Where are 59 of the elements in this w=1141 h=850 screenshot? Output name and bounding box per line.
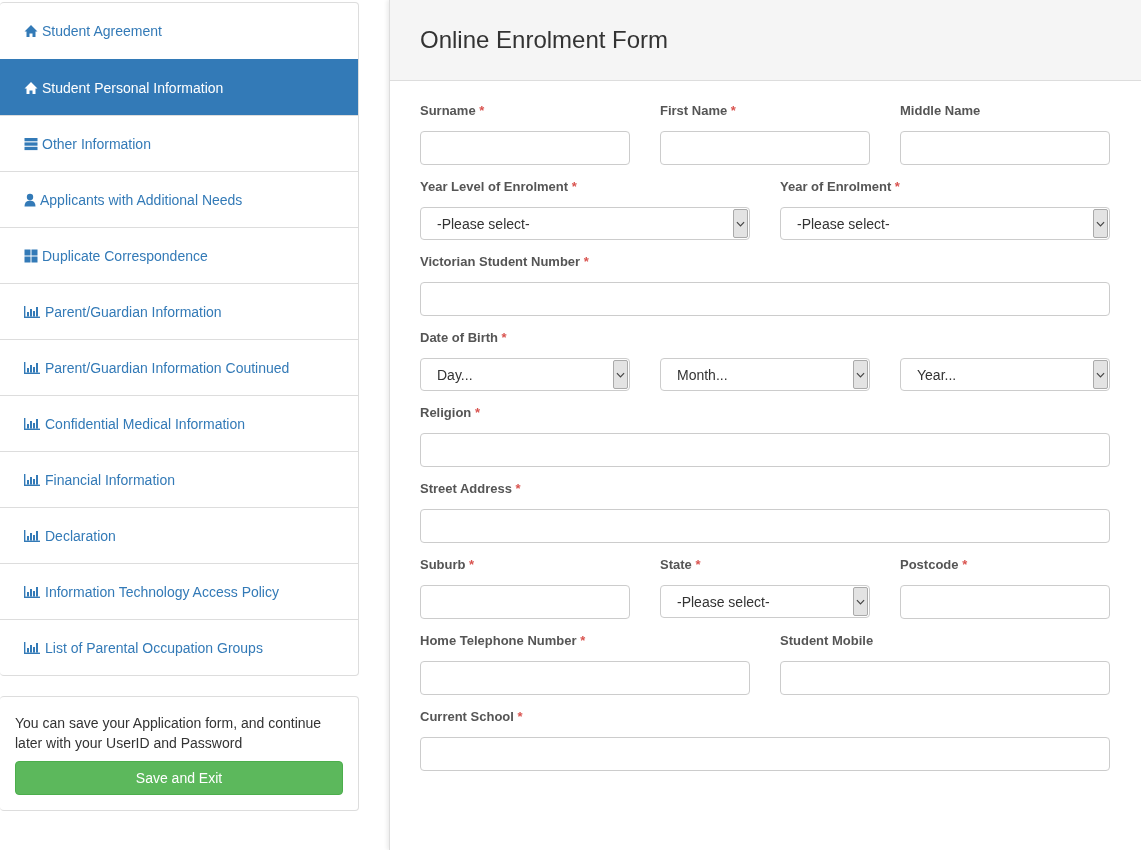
field-label: Surname * <box>420 103 486 118</box>
field-label: Student Mobile <box>780 633 875 648</box>
bar-chart-icon <box>24 361 40 374</box>
field-label: First Name * <box>660 103 737 118</box>
bar-chart-icon <box>24 417 40 430</box>
input-field[interactable] <box>420 131 630 165</box>
nav-item[interactable]: Information Technology Access Policy <box>0 563 358 619</box>
field-label: Middle Name <box>900 103 982 118</box>
bar-chart-icon <box>24 305 40 318</box>
nav-item[interactable]: Parent/Guardian Information Coutinued <box>0 339 358 395</box>
home-icon <box>24 24 38 38</box>
field-label: Postcode * <box>900 557 969 572</box>
nav-item[interactable]: Student Agreement <box>0 3 358 59</box>
field-label: Year Level of Enrolment * <box>420 179 578 194</box>
select-field[interactable]: Month... <box>660 358 870 391</box>
field-label: Current School * <box>420 709 524 724</box>
field-label: Date of Birth * <box>420 330 508 345</box>
server-icon <box>24 136 38 151</box>
input-field[interactable] <box>900 131 1110 165</box>
nav-item[interactable]: Duplicate Correspondence <box>0 227 358 283</box>
nav-item[interactable]: Parent/Guardian Information <box>0 283 358 339</box>
select-field[interactable]: Day... <box>420 358 630 391</box>
bar-chart-icon <box>24 473 40 486</box>
field-label: Religion * <box>420 405 481 420</box>
home-icon <box>24 80 38 95</box>
bar-chart-icon <box>24 641 40 654</box>
select-field[interactable]: -Please select- <box>420 207 750 240</box>
form-title: Online Enrolment Form <box>420 26 669 54</box>
field-label: Suburb * <box>420 557 476 572</box>
select-field[interactable]: Year... <box>900 358 1110 391</box>
field-label: Home Telephone Number * <box>420 633 587 648</box>
select-field[interactable]: -Please select- <box>660 585 870 618</box>
input-field[interactable] <box>780 661 1110 695</box>
grid-icon <box>24 248 38 263</box>
field-label: Victorian Student Number * <box>420 254 590 269</box>
input-field[interactable] <box>420 282 1110 316</box>
nav-item[interactable]: Financial Information <box>0 451 358 507</box>
nav-item[interactable]: Other Information <box>0 115 358 171</box>
input-field[interactable] <box>660 131 870 165</box>
nav-item[interactable]: Applicants with Additional Needs <box>0 171 358 227</box>
bar-chart-icon <box>24 585 40 598</box>
input-field[interactable] <box>420 585 630 619</box>
input-field[interactable] <box>420 661 750 695</box>
input-field[interactable] <box>420 509 1110 543</box>
field-label: State * <box>660 557 702 572</box>
input-field[interactable] <box>420 737 1110 771</box>
select-field[interactable]: -Please select- <box>780 207 1110 240</box>
field-label: Year of Enrolment * <box>780 179 901 194</box>
input-field[interactable] <box>900 585 1110 619</box>
nav-item[interactable]: Declaration <box>0 507 358 563</box>
bar-chart-icon <box>24 529 40 542</box>
save-note: You can save your Application form, and continue later with your UserID and Password <box>15 714 323 753</box>
field-label: Street Address * <box>420 481 522 496</box>
nav-item[interactable]: Confidential Medical Information <box>0 395 358 451</box>
save-and-exit-button[interactable]: Save and Exit <box>15 761 343 795</box>
nav-item[interactable]: List of Parental Occupation Groups <box>0 619 358 675</box>
input-field[interactable] <box>420 433 1110 467</box>
user-icon <box>24 192 36 207</box>
nav-item[interactable]: Student Personal Information <box>0 59 358 115</box>
